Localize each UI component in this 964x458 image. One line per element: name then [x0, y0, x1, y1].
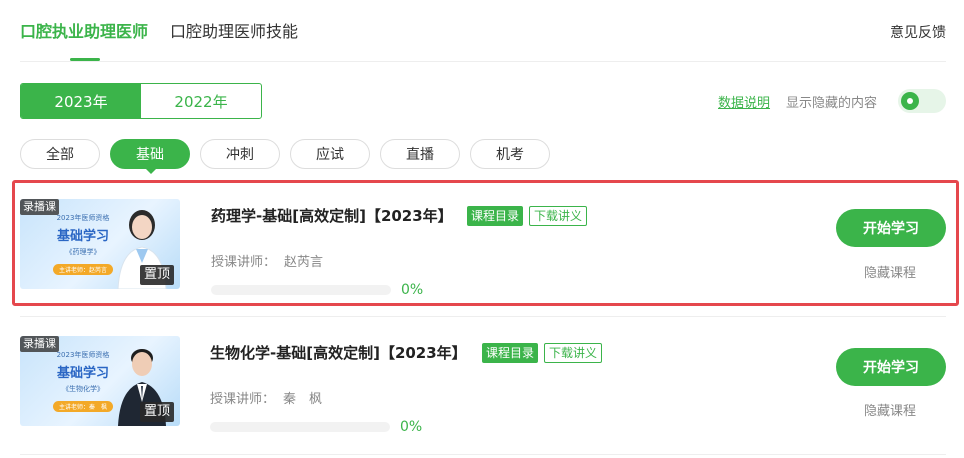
- course-catalog-button[interactable]: 课程目录: [482, 343, 539, 363]
- category-all[interactable]: 全部: [20, 139, 100, 169]
- teacher-label: 授课讲师：: [211, 255, 277, 270]
- tab-oral-assistant-skills[interactable]: 口腔助理医师技能: [170, 21, 298, 43]
- course-card: 2023年医师资格 基础学习 《药理学》 主讲老师：赵芮言 录播课 置顶 药理学…: [12, 180, 959, 306]
- show-hidden-label: 显示隐藏的内容: [786, 96, 878, 111]
- download-notes-button[interactable]: 下载讲义: [529, 206, 588, 226]
- subject-tabs: 口腔执业助理医师 口腔助理医师技能 意见反馈: [20, 0, 946, 62]
- divider: [20, 316, 946, 317]
- category-basic[interactable]: 基础: [110, 139, 190, 174]
- year-tabs: 2023年 2022年: [20, 83, 262, 119]
- course-teacher: 授课讲师： 秦 枫: [210, 388, 322, 407]
- course-title[interactable]: 生物化学-基础[高效定制]【2023年】: [210, 342, 467, 363]
- course-thumbnail[interactable]: 2023年医师资格 基础学习 《药理学》 主讲老师：赵芮言 录播课 置顶: [20, 199, 180, 289]
- hide-course-link[interactable]: 隐藏课程: [864, 262, 916, 281]
- progress-percent: 0%: [400, 419, 423, 435]
- course-title[interactable]: 药理学-基础[高效定制]【2023年】: [211, 205, 453, 226]
- thumb-teacher: 主讲老师：赵芮言: [52, 264, 113, 275]
- course-thumbnail[interactable]: 2023年医师资格 基础学习 《生物化学》 主讲老师：秦 枫 录播课 置顶: [20, 336, 180, 426]
- course-catalog-button[interactable]: 课程目录: [467, 206, 524, 226]
- category-computer-exam[interactable]: 机考: [470, 139, 550, 169]
- tab-oral-assistant-physician[interactable]: 口腔执业助理医师: [20, 21, 148, 61]
- hide-course-link[interactable]: 隐藏课程: [864, 400, 916, 419]
- course-teacher: 授课讲师： 赵芮言: [211, 251, 323, 270]
- download-notes-button[interactable]: 下载讲义: [544, 343, 603, 363]
- progress-bar: [211, 285, 391, 295]
- teacher-name: 秦 枫: [283, 392, 323, 407]
- tab-year-2022[interactable]: 2022年: [141, 84, 261, 118]
- category-live[interactable]: 直播: [380, 139, 460, 169]
- teacher-label: 授课讲师：: [210, 392, 276, 407]
- divider: [20, 454, 946, 455]
- category-filter: 全部 基础 冲刺 应试 直播 机考: [20, 139, 550, 174]
- category-exam[interactable]: 应试: [290, 139, 370, 169]
- category-sprint[interactable]: 冲刺: [200, 139, 280, 169]
- pinned-badge: 置顶: [139, 265, 174, 285]
- data-explanation-link[interactable]: 数据说明: [718, 92, 770, 111]
- feedback-link[interactable]: 意见反馈: [890, 22, 946, 42]
- thumb-teacher: 主讲老师：秦 枫: [52, 401, 113, 412]
- recorded-course-badge: 录播课: [20, 336, 59, 352]
- toggle-knob: [901, 92, 919, 110]
- pinned-badge: 置顶: [139, 402, 174, 422]
- start-learning-button[interactable]: 开始学习: [836, 348, 946, 386]
- progress-percent: 0%: [401, 282, 424, 298]
- tab-year-2023[interactable]: 2023年: [21, 84, 141, 118]
- show-hidden-toggle[interactable]: [898, 89, 946, 113]
- progress-bar: [210, 422, 390, 432]
- course-card: 2023年医师资格 基础学习 《生物化学》 主讲老师：秦 枫 录播课 置顶 生物…: [12, 318, 959, 444]
- teacher-name: 赵芮言: [284, 255, 324, 270]
- recorded-course-badge: 录播课: [20, 199, 59, 215]
- start-learning-button[interactable]: 开始学习: [836, 209, 946, 247]
